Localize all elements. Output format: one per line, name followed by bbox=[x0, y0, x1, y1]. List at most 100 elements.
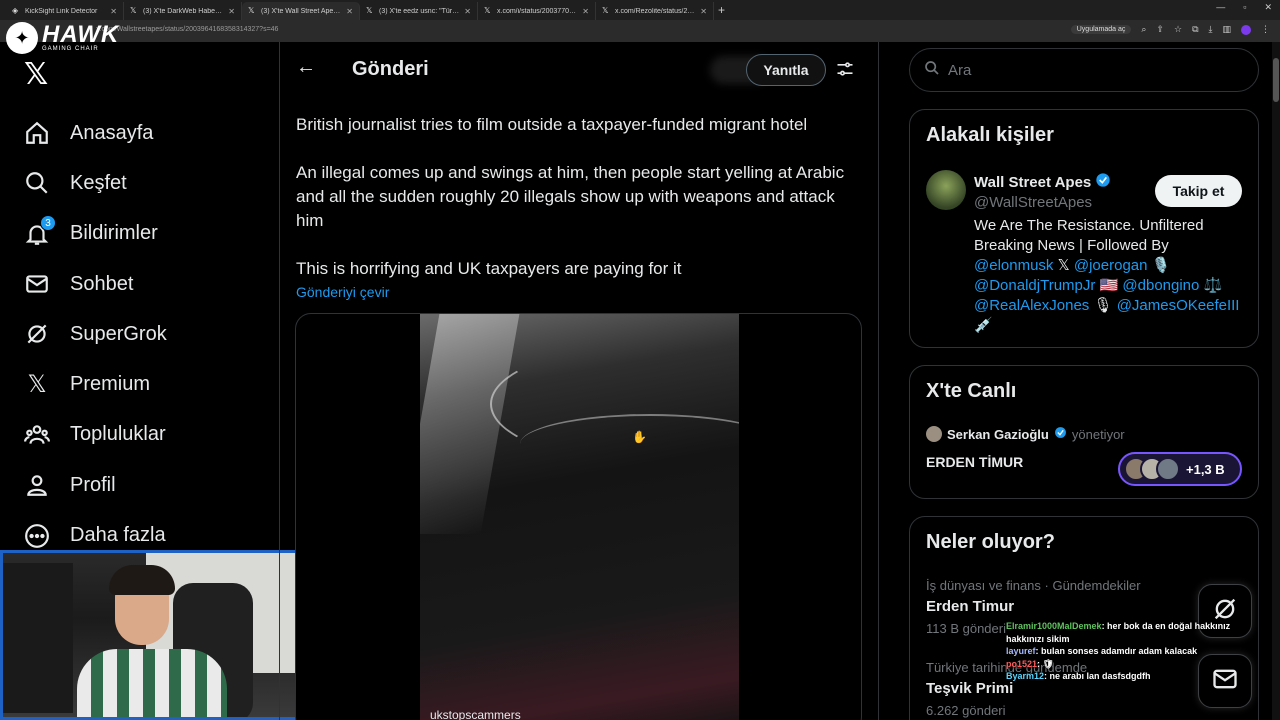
verified-badge-icon bbox=[1095, 172, 1111, 192]
nav-item-premium[interactable]: 𝕏 Premium bbox=[24, 359, 167, 409]
live-on-x-card[interactable]: X'te Canlı Serkan Gazioğlu yönetiyor ERD… bbox=[909, 365, 1259, 499]
tab-title: x.com/Rezolite/status/2002019... bbox=[615, 7, 696, 15]
listeners-pill[interactable]: +1,3 B bbox=[1118, 452, 1242, 486]
host-name: Serkan Gazioğlu bbox=[947, 426, 1049, 442]
extensions-icon[interactable]: ⧉ bbox=[1192, 24, 1198, 35]
browser-tab-active[interactable]: 𝕏 (3) X'te Wall Street Apes: "Britis... ✕ bbox=[242, 2, 360, 20]
search-box[interactable] bbox=[909, 48, 1259, 92]
chat-message: po1521: 🛡 bbox=[1006, 658, 1246, 671]
profile-handle: @WallStreetApes bbox=[974, 194, 1093, 211]
browser-tab[interactable]: 𝕏 (3) X'te eedz usnc: "Türkler asla i... ✕ bbox=[360, 2, 478, 20]
filter-settings-icon[interactable] bbox=[835, 59, 855, 84]
maximize-icon[interactable]: ▫ bbox=[1243, 2, 1246, 13]
close-tab-icon[interactable]: ✕ bbox=[228, 7, 235, 16]
new-tab-button[interactable]: + bbox=[718, 3, 725, 17]
video-watermark: ukstopscammers bbox=[430, 708, 521, 720]
nav-item-home[interactable]: Anasayfa bbox=[24, 108, 167, 158]
browser-tab[interactable]: 𝕏 (3) X'te DarkWeb Haberi: "Irak'ı... ✕ bbox=[124, 2, 242, 20]
profile-icon bbox=[24, 472, 50, 498]
reply-button[interactable]: Yanıtla bbox=[746, 54, 826, 86]
nav-item-chat[interactable]: Sohbet bbox=[24, 259, 167, 309]
back-arrow-icon[interactable]: ← bbox=[296, 56, 316, 79]
trend-count: 113 B gönderi bbox=[926, 621, 1006, 636]
x-favicon-icon: 𝕏 bbox=[602, 6, 609, 15]
hawk-logo-icon: ✦ bbox=[6, 22, 38, 54]
chat-text: : bulan sonses adamdır adam kalacak bbox=[1035, 646, 1198, 656]
bookmark-star-icon[interactable]: ☆ bbox=[1174, 24, 1182, 35]
nav-item-notifications[interactable]: 3 Bildirimler bbox=[24, 209, 167, 259]
video-frame-arc bbox=[520, 414, 739, 474]
share-icon[interactable]: ⇪ bbox=[1156, 24, 1164, 35]
stream-chat-overlay: Elramir1000MalDemek: her bok da en doğal… bbox=[1006, 620, 1246, 683]
download-icon[interactable]: ⤓ bbox=[1209, 24, 1213, 35]
close-tab-icon[interactable]: ✕ bbox=[464, 7, 471, 16]
mention-link[interactable]: @dbongino bbox=[1122, 277, 1199, 294]
bio-emoji: 💉 bbox=[974, 317, 993, 334]
close-window-icon[interactable]: ✕ bbox=[1264, 2, 1272, 13]
mention-link[interactable]: @DonaldjTrumpJr bbox=[974, 277, 1095, 294]
mention-link[interactable]: @RealAlexJones bbox=[974, 297, 1089, 314]
mention-link[interactable]: @JamesOKeefeIII bbox=[1117, 297, 1240, 314]
trend-name[interactable]: Teşvik Primi bbox=[926, 680, 1013, 697]
tab-title: (3) X'te Wall Street Apes: "Britis... bbox=[261, 7, 341, 15]
browser-tab[interactable]: 𝕏x.com/i/status/20037703908... ✕ bbox=[478, 2, 596, 20]
chat-message: layuref: bulan sonses adamdır adam kalac… bbox=[1006, 645, 1246, 658]
chat-username: layuref bbox=[1006, 646, 1036, 656]
follow-button[interactable]: Takip et bbox=[1155, 175, 1242, 207]
communities-icon bbox=[24, 422, 50, 448]
live-host: Serkan Gazioğlu yönetiyor bbox=[926, 426, 1125, 442]
verified-badge-icon bbox=[1054, 426, 1067, 442]
card-title: Alakalı kişiler bbox=[926, 124, 1054, 146]
close-tab-icon[interactable]: ✕ bbox=[582, 7, 589, 16]
browser-tab[interactable]: ◈ KickSight Link Detector ✕ bbox=[6, 2, 124, 20]
nav-item-profile[interactable]: Profil bbox=[24, 460, 167, 510]
close-tab-icon[interactable]: ✕ bbox=[346, 7, 353, 16]
bell-icon: 3 bbox=[24, 214, 56, 247]
profile-avatar-icon[interactable] bbox=[1241, 24, 1251, 35]
avatar[interactable] bbox=[926, 170, 966, 210]
nav-item-supergrok[interactable]: SuperGrok bbox=[24, 309, 167, 359]
close-tab-icon[interactable]: ✕ bbox=[700, 7, 707, 16]
nav-item-explore[interactable]: Keşfet bbox=[24, 158, 167, 208]
bio-text: We Are The Resistance. Unfiltered Breaki… bbox=[974, 217, 1204, 254]
card-title: X'te Canlı bbox=[926, 380, 1017, 402]
chat-username: Byarm12 bbox=[1006, 671, 1045, 681]
browser-tab[interactable]: 𝕏x.com/Rezolite/status/2002019... ✕ bbox=[596, 2, 714, 20]
post-media[interactable]: ukstopscammers bbox=[295, 313, 862, 720]
space-title: ERDEN TİMUR bbox=[926, 454, 1024, 470]
x-favicon-icon: 𝕏 bbox=[130, 6, 137, 15]
translate-post-link[interactable]: Gönderiyi çevir bbox=[296, 284, 389, 300]
scrollbar-track[interactable] bbox=[1272, 42, 1280, 720]
minimize-icon[interactable]: — bbox=[1216, 2, 1225, 13]
mention-link[interactable]: @joerogan bbox=[1074, 257, 1148, 274]
profile-name[interactable]: Wall Street Apes bbox=[974, 172, 1111, 192]
nav-item-communities[interactable]: Topluluklar bbox=[24, 410, 167, 460]
tab-favicon-icon: ◈ bbox=[12, 6, 19, 15]
mail-icon bbox=[24, 271, 50, 297]
chat-username: Elramir1000MalDemek bbox=[1006, 621, 1102, 631]
more-icon bbox=[24, 523, 50, 549]
scrollbar-thumb[interactable] bbox=[1273, 58, 1279, 102]
open-in-app-chip[interactable]: Uygulamada aç bbox=[1070, 25, 1132, 34]
url-text[interactable]: x.com/Wallstreetapes/status/200396416835… bbox=[96, 26, 278, 33]
sidebar-icon[interactable]: ▥ bbox=[1222, 24, 1231, 35]
close-tab-icon[interactable]: ✕ bbox=[110, 7, 117, 16]
x-logo-icon[interactable]: 𝕏 bbox=[24, 57, 48, 92]
home-icon bbox=[24, 120, 50, 146]
nav-label: Bildirimler bbox=[70, 222, 158, 245]
browser-menu-icon[interactable]: ⋮ bbox=[1261, 24, 1270, 35]
post-text: This is horrifying and UK taxpayers are … bbox=[296, 259, 682, 278]
search-input[interactable] bbox=[948, 61, 1228, 79]
stream-overlay-logo: ✦ HAWK GAMING CHAIR bbox=[6, 22, 119, 54]
mention-link[interactable]: @elonmusk bbox=[974, 257, 1053, 274]
listener-count: +1,3 B bbox=[1186, 461, 1225, 477]
zoom-icon[interactable]: ⌕ bbox=[1141, 24, 1146, 35]
video-player[interactable]: ukstopscammers bbox=[420, 314, 739, 720]
x-icon: 𝕏 bbox=[27, 371, 47, 399]
tab-title: x.com/i/status/20037703908... bbox=[497, 7, 577, 15]
host-role: yönetiyor bbox=[1071, 426, 1125, 442]
address-bar: x.com/Wallstreetapes/status/200396416835… bbox=[0, 20, 1280, 42]
nav-label: Topluluklar bbox=[70, 423, 166, 446]
nav-label: SuperGrok bbox=[70, 322, 167, 345]
trend-name[interactable]: Erden Timur bbox=[926, 598, 1014, 615]
